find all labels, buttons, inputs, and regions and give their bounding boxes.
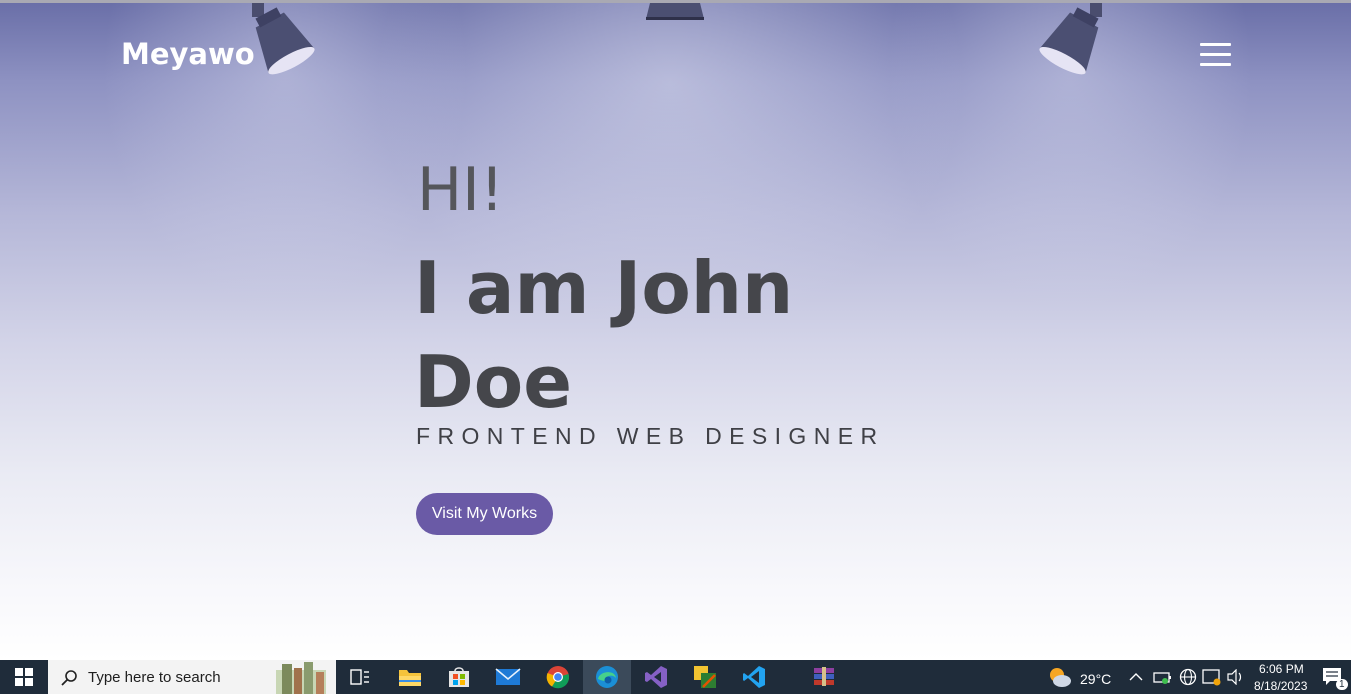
windows-logo-icon <box>15 668 33 686</box>
visual-studio-icon[interactable] <box>642 663 670 691</box>
weather-icon[interactable] <box>1046 663 1074 691</box>
clock-time[interactable]: 6:06 PM <box>1259 662 1304 676</box>
microsoft-store-icon[interactable] <box>445 663 473 691</box>
spotlight-lamp-center-icon <box>646 3 704 20</box>
notification-count-badge: 1 <box>1336 679 1348 690</box>
chevron-up-icon[interactable] <box>1126 663 1146 691</box>
search-highlight-illustration-icon <box>276 662 326 694</box>
temperature-label[interactable]: 29°C <box>1080 671 1111 687</box>
mail-icon[interactable] <box>494 663 522 691</box>
file-explorer-icon[interactable] <box>396 663 424 691</box>
network-globe-icon[interactable] <box>1177 663 1199 691</box>
winrar-icon[interactable] <box>810 663 838 691</box>
meet-now-icon[interactable] <box>1201 663 1223 691</box>
vs-code-icon[interactable] <box>740 663 768 691</box>
windows-taskbar: Type here to search 29°C 6:06 PM 8/18/20… <box>0 660 1351 694</box>
task-view-icon[interactable] <box>346 663 374 691</box>
hero-greeting: HI! <box>417 155 504 225</box>
spotlight-lamp-left-icon <box>252 3 315 75</box>
edge-icon[interactable] <box>593 663 621 691</box>
site-logo[interactable]: Meyawo <box>121 37 255 71</box>
chrome-icon[interactable] <box>544 663 572 691</box>
volume-icon[interactable] <box>1225 663 1247 691</box>
search-placeholder: Type here to search <box>88 669 221 686</box>
clock-date[interactable]: 8/18/2023 <box>1254 679 1307 693</box>
menu-hamburger-icon[interactable] <box>1200 43 1232 67</box>
battery-icon[interactable] <box>1152 663 1174 691</box>
hero-role: FRONTEND WEB DESIGNER <box>416 423 885 449</box>
start-button[interactable] <box>0 660 48 694</box>
taskbar-search-box[interactable]: Type here to search <box>48 660 336 694</box>
visit-works-button[interactable]: Visit My Works <box>416 493 553 535</box>
hero-section: Meyawo HI! I am John Doe FRONTEND WEB DE… <box>0 3 1351 660</box>
hero-name-line2: Doe <box>414 340 573 424</box>
spotlight-lamp-right-icon <box>1039 3 1102 75</box>
paint-tool-icon[interactable] <box>691 663 719 691</box>
hero-name: I am John Doe <box>414 241 884 429</box>
search-icon <box>61 670 77 686</box>
hero-name-line1: I am John <box>414 246 794 330</box>
